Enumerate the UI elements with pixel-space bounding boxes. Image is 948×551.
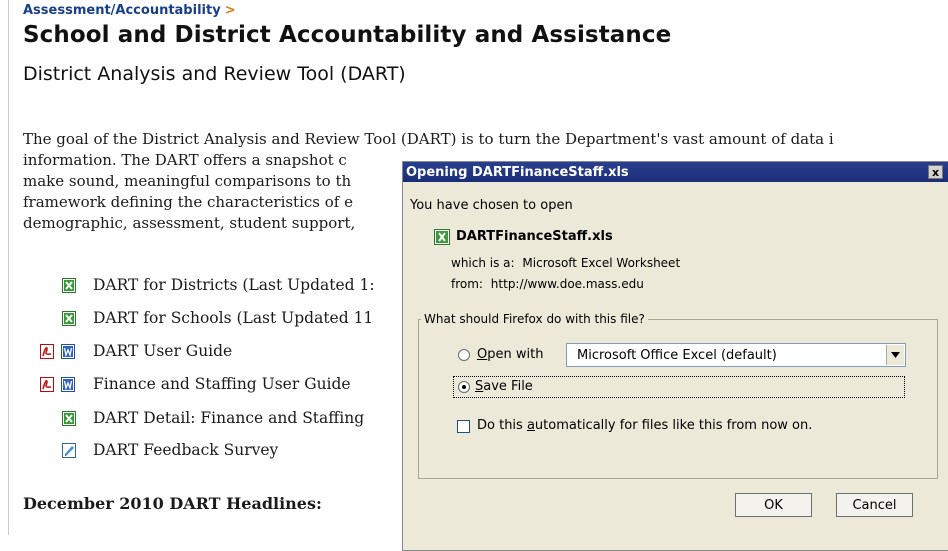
open-with-radio[interactable] (458, 349, 470, 361)
intro-paragraph-line: demographic, assessment, student support… (23, 214, 356, 232)
intro-paragraph-line: The goal of the District Analysis and Re… (23, 130, 834, 148)
excel-file-icon (434, 229, 450, 245)
page-title: School and District Accountability and A… (23, 22, 672, 48)
word-icon[interactable] (61, 377, 75, 392)
cancel-button[interactable]: Cancel (836, 493, 913, 517)
auto-action-checkbox[interactable] (457, 420, 470, 433)
link-label[interactable]: DART for Schools (Last Updated 11 (93, 309, 373, 327)
close-button[interactable]: x (928, 165, 943, 179)
link-label[interactable]: DART Detail: Finance and Staffing (93, 409, 364, 427)
excel-icon (62, 411, 76, 426)
word-icon[interactable] (61, 344, 75, 359)
close-icon: x (931, 165, 940, 179)
pdf-icon[interactable] (40, 377, 54, 392)
breadcrumb-link[interactable]: Assessment/Accountability (23, 3, 221, 18)
save-file-label[interactable]: Save File (475, 379, 533, 394)
open-with-label[interactable]: Open with (477, 347, 543, 362)
intro-paragraph-line: framework defining the characteristics o… (23, 193, 353, 211)
intro-paragraph-line: make sound, meaningful comparisons to th (23, 172, 352, 190)
link-label[interactable]: Finance and Staffing User Guide (93, 375, 351, 393)
section-heading-headlines: December 2010 DART Headlines: (23, 494, 322, 513)
file-type-value: Microsoft Excel Worksheet (522, 256, 681, 270)
pdf-icon[interactable] (40, 344, 54, 359)
open-with-app-select[interactable]: Microsoft Office Excel (default) (566, 343, 906, 367)
file-type-row: which is a: Microsoft Excel Worksheet (451, 256, 680, 270)
survey-icon (62, 443, 76, 458)
file-source-label: from: (451, 277, 483, 291)
dialog-titlebar[interactable]: Opening DARTFinanceStaff.xls x (403, 162, 948, 182)
auto-action-label[interactable]: Do this automatically for files like thi… (477, 418, 812, 433)
download-dialog: Opening DARTFinanceStaff.xls x You have … (402, 161, 948, 551)
chevron-down-icon[interactable] (886, 345, 904, 365)
file-type-label: which is a: (451, 256, 515, 270)
dialog-intro: You have chosen to open (410, 198, 573, 213)
page-left-border (8, 0, 9, 535)
link-label[interactable]: DART Feedback Survey (93, 441, 278, 459)
file-source-row: from: http://www.doe.mass.edu (451, 277, 644, 291)
link-label[interactable]: DART for Districts (Last Updated 1: (93, 276, 375, 294)
intro-paragraph-line: information. The DART offers a snapshot … (23, 151, 347, 169)
link-label[interactable]: DART User Guide (93, 342, 232, 360)
file-source-value: http://www.doe.mass.edu (490, 277, 644, 291)
open-with-label-rest[interactable]: pen with (487, 347, 543, 362)
excel-icon (62, 311, 76, 326)
dialog-title: Opening DARTFinanceStaff.xls (406, 164, 629, 180)
page-subtitle: District Analysis and Review Tool (DART) (23, 63, 406, 85)
breadcrumb-chevron-icon: > (224, 3, 236, 18)
dialog-filename: DARTFinanceStaff.xls (456, 229, 613, 244)
breadcrumb[interactable]: Assessment/Accountability > (23, 3, 236, 18)
excel-icon (62, 278, 76, 293)
ok-button[interactable]: OK (735, 493, 812, 517)
open-with-app-value: Microsoft Office Excel (default) (577, 347, 777, 363)
action-group-legend: What should Firefox do with this file? (421, 312, 648, 326)
